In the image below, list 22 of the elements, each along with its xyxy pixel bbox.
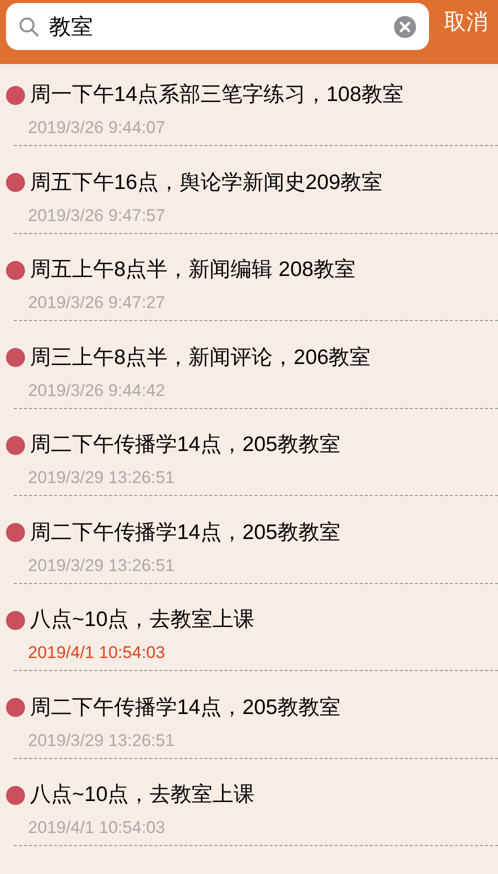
- reminder-title[interactable]: 周二下午传播学14点，205教教室: [30, 520, 340, 546]
- reminder-title[interactable]: 八点~10点，去教室上课: [30, 782, 255, 808]
- reminder-title[interactable]: 周二下午传播学14点，205教教室: [30, 432, 340, 458]
- reminder-time: 2019/3/26 9:44:07: [28, 118, 166, 138]
- reminder-title[interactable]: 八点~10点，去教室上课: [30, 607, 255, 633]
- reminder-time: 2019/3/26 9:44:42: [28, 380, 166, 400]
- reminder-time: 2019/3/29 13:26:51: [28, 468, 175, 488]
- reminder-title[interactable]: 周五上午8点半，新闻编辑 208教室: [30, 257, 356, 283]
- reminder-time: 2019/3/26 9:47:27: [28, 293, 166, 313]
- search-input[interactable]: 教室: [49, 10, 384, 43]
- reminder-title[interactable]: 周一下午14点系部三笔字练习，108教室: [30, 82, 404, 108]
- reminder-title[interactable]: 周二下午传播学14点，205教教室: [30, 694, 340, 720]
- reminder-time: 2019/4/1 10:54:03: [28, 643, 166, 663]
- clear-icon[interactable]: [394, 16, 416, 38]
- search-field[interactable]: 教室: [6, 3, 429, 50]
- reminder-time: 2019/3/29 13:26:51: [28, 556, 175, 576]
- search-icon: [19, 16, 39, 36]
- reminder-time: 2019/3/26 9:47:57: [28, 206, 166, 226]
- reminder-title[interactable]: 周五下午16点，舆论学新闻史209教室: [30, 170, 382, 196]
- reminder-time: 2019/3/29 13:26:51: [28, 730, 175, 750]
- reminder-time: 2019/4/1 10:54:03: [28, 818, 166, 838]
- reminder-title[interactable]: 周三上午8点半，新闻评论，206教室: [30, 344, 371, 370]
